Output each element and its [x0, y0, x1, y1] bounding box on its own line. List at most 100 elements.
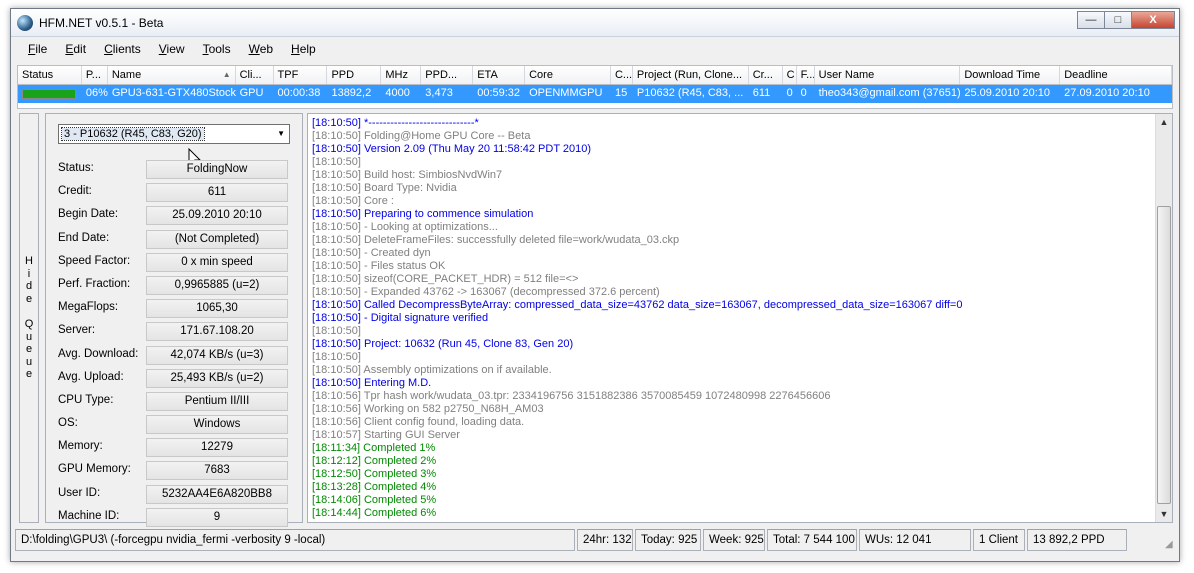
- scroll-up-icon[interactable]: ▲: [1156, 114, 1172, 130]
- maximize-button[interactable]: □: [1104, 11, 1131, 29]
- column-header-label: Project (Run, Clone...: [636, 69, 743, 81]
- menu-mnemonic: H: [291, 42, 300, 56]
- column-header[interactable]: C...: [611, 66, 633, 84]
- hide-queue-char: e: [25, 368, 33, 381]
- log-line: [18:10:56] Client config found, loading …: [312, 416, 525, 428]
- minimize-button[interactable]: —: [1077, 11, 1104, 29]
- menu-edit[interactable]: Edit: [56, 39, 95, 61]
- row-status-cell: [18, 85, 82, 103]
- column-header[interactable]: C: [783, 66, 797, 84]
- column-header-label: C: [786, 69, 795, 81]
- chevron-down-icon[interactable]: ▼: [277, 129, 285, 138]
- menu-mnemonic: V: [158, 42, 167, 56]
- log-line: [18:10:50] - Looking at optimizations...: [312, 221, 498, 233]
- column-header-label: P...: [85, 69, 101, 81]
- table-cell: 06%: [85, 87, 108, 99]
- column-header[interactable]: PPD...: [421, 66, 474, 84]
- column-header[interactable]: F...: [797, 66, 815, 84]
- column-header[interactable]: ETA: [473, 66, 526, 84]
- queue-field-label: CPU Type:: [58, 393, 114, 406]
- menu-file[interactable]: File: [19, 39, 56, 61]
- status-bar-indicator: [22, 89, 76, 99]
- queue-field-label: Machine ID:: [58, 509, 120, 522]
- log-line: [18:11:34] Completed 1%: [312, 442, 436, 454]
- queue-field-row: Status: FoldingNow: [58, 158, 298, 181]
- scroll-down-icon[interactable]: ▼: [1156, 506, 1172, 522]
- queue-field-value: Pentium II/III: [146, 391, 288, 411]
- queue-field-value: Windows: [146, 415, 288, 435]
- queue-field-label: GPU Memory:: [58, 463, 131, 476]
- menu-bar: File Edit Clients View Tools Web Help: [11, 39, 1179, 61]
- hide-queue-char: u: [25, 330, 33, 343]
- column-header[interactable]: Cr...: [749, 66, 783, 84]
- column-header-label: Status: [22, 69, 54, 81]
- hide-queue-char: [27, 305, 30, 318]
- log-line: [18:10:50] - Files status OK: [312, 260, 446, 272]
- column-header[interactable]: MHz: [381, 66, 422, 84]
- table-cell: 27.09.2010 20:10: [1064, 87, 1150, 99]
- title-bar[interactable]: HFM.NET v0.5.1 - Beta — □ X: [11, 9, 1179, 37]
- menu-tools[interactable]: Tools: [194, 39, 240, 61]
- log-line: [18:10:50] Board Type: Nvidia: [312, 182, 457, 194]
- app-icon: [17, 15, 33, 31]
- column-header-label: MHz: [385, 69, 408, 81]
- log-scrollbar[interactable]: ▲ ▼: [1155, 114, 1172, 522]
- queue-field-row: Credit: 611: [58, 181, 298, 204]
- column-header[interactable]: User Name: [815, 66, 961, 84]
- hide-queue-button[interactable]: Hide Queue: [19, 113, 39, 523]
- column-header[interactable]: Name ▲: [108, 66, 236, 84]
- table-cell: 3,473: [425, 87, 453, 99]
- queue-field-value: 0 x min speed: [146, 252, 288, 272]
- table-cell: GPU: [239, 87, 264, 99]
- queue-field-row: Speed Factor: 0 x min speed: [58, 251, 298, 274]
- menu-label: ile: [35, 42, 48, 56]
- column-header[interactable]: P...: [82, 66, 108, 84]
- table-cell: 00:59:32: [477, 87, 521, 99]
- table-cell: 15: [614, 87, 628, 99]
- column-header-label: Name: [111, 69, 142, 81]
- column-header[interactable]: Core: [525, 66, 611, 84]
- column-header[interactable]: Project (Run, Clone...: [633, 66, 749, 84]
- table-cell: 25.09.2010 20:10: [964, 87, 1050, 99]
- log-line: [18:10:50]: [312, 325, 361, 337]
- queue-select[interactable]: 3 - P10632 (R45, C83, G20) ▼: [58, 124, 290, 144]
- status-path: D:\folding\GPU3\ (-forcegpu nvidia_fermi…: [15, 529, 575, 551]
- hide-queue-char: e: [25, 343, 33, 356]
- menu-help[interactable]: Help: [282, 39, 325, 61]
- table-row[interactable]: 06% GPU3-631-GTX480Stock GPU 00:00:38 13892,…: [17, 85, 1173, 103]
- queue-field-row: Avg. Download: 42,074 KB/s (u=3): [58, 344, 298, 367]
- close-button[interactable]: X: [1131, 11, 1175, 29]
- column-header-label: F...: [800, 69, 815, 81]
- table-cell: P10632 (R45, C83, ...: [636, 87, 744, 99]
- queue-field-value: 7683: [146, 461, 288, 481]
- column-header[interactable]: Status: [18, 66, 82, 84]
- menu-web[interactable]: Web: [240, 39, 282, 61]
- column-header[interactable]: PPD: [327, 66, 382, 84]
- log-line: [18:10:50] DeleteFrameFiles: successfull…: [312, 234, 680, 246]
- menu-view[interactable]: View: [150, 39, 194, 61]
- menu-label: ools: [208, 42, 231, 56]
- column-header-label: C...: [614, 69, 633, 81]
- queue-field-row: Machine ID: 9: [58, 506, 298, 529]
- column-header[interactable]: Deadline: [1060, 66, 1172, 84]
- menu-label: eb: [259, 42, 274, 56]
- queue-field-row: CPU Type: Pentium II/III: [58, 390, 298, 413]
- queue-field-value: FoldingNow: [146, 160, 288, 179]
- log-viewer[interactable]: [18:10:50] *----------------------------…: [307, 113, 1173, 523]
- scroll-thumb[interactable]: [1157, 206, 1171, 504]
- table-cell: OPENMMGPU: [529, 87, 603, 99]
- column-header-label: Cli...: [239, 69, 262, 81]
- log-line: [18:10:50]: [312, 156, 361, 168]
- log-line: [18:10:50] Version 2.09 (Thu May 20 11:5…: [312, 143, 592, 155]
- resize-grip-icon[interactable]: ◢: [1165, 539, 1177, 551]
- column-header[interactable]: Cli...: [236, 66, 274, 84]
- column-header-label: Download Time: [964, 69, 1041, 81]
- column-header[interactable]: TPF: [274, 66, 328, 84]
- queue-field-row: MegaFlops: 1065,30: [58, 297, 298, 320]
- queue-field-label: Avg. Download:: [58, 347, 139, 360]
- status-today: Today: 925: [635, 529, 701, 551]
- menu-clients[interactable]: Clients: [95, 39, 150, 61]
- queue-field-row: Memory: 12279: [58, 436, 298, 459]
- queue-panel: 3 - P10632 (R45, C83, G20) ▼ Status: Fold…: [45, 113, 303, 527]
- column-header[interactable]: Download Time: [960, 66, 1061, 84]
